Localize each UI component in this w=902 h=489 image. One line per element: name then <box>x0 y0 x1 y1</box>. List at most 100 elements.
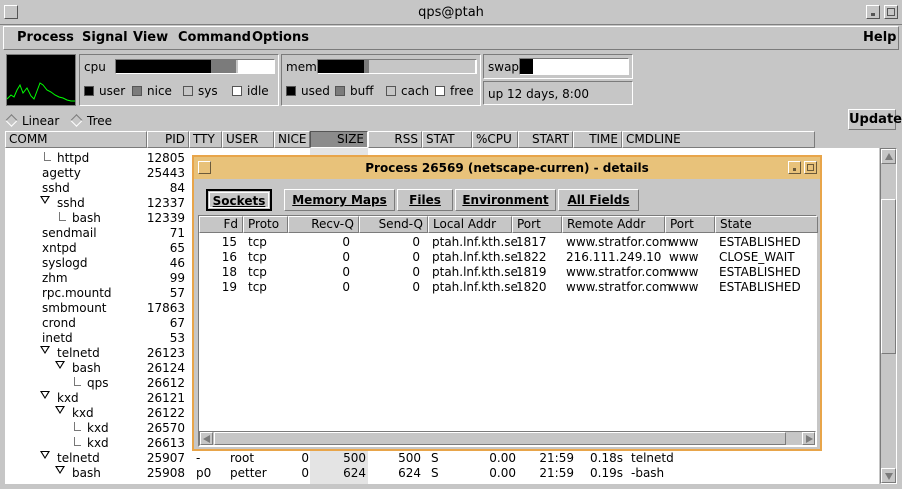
sock-col-local-addr[interactable]: Local Addr <box>428 216 512 233</box>
scroll-down-button[interactable] <box>881 468 896 483</box>
tab-all-fields[interactable]: All Fields <box>558 189 639 211</box>
process-pid: 26121 <box>146 391 185 405</box>
sock-col-recvq[interactable]: Recv-Q <box>288 216 359 233</box>
menu-options[interactable]: Options <box>252 30 309 45</box>
socket-proto: tcp <box>248 280 267 294</box>
process-pid: 65 <box>169 241 185 255</box>
collapse-icon[interactable] <box>55 466 65 474</box>
sock-col-remote-port[interactable]: Port <box>665 216 715 233</box>
col-tty[interactable]: TTY <box>189 131 222 148</box>
collapse-icon[interactable] <box>55 406 65 414</box>
col-nice[interactable]: NICE <box>274 131 310 148</box>
swap-meter: swap <box>483 54 633 79</box>
menu-command[interactable]: Command <box>178 30 251 45</box>
process-row[interactable]: bash 25908 p0 petter 0 624 624 S 0.00 21:59 0.19s -… <box>5 466 879 481</box>
collapse-icon[interactable] <box>40 391 50 399</box>
process-details-dialog: Process 26569 (netscape-curren) - detail… <box>192 155 822 451</box>
socket-sendq: 0 <box>412 250 420 264</box>
process-cmdline: -bash <box>631 466 665 480</box>
collapse-icon[interactable] <box>40 196 50 204</box>
menu-help[interactable]: Help <box>863 30 896 45</box>
sock-col-remote-addr[interactable]: Remote Addr <box>562 216 665 233</box>
col-start[interactable]: START <box>518 131 573 148</box>
process-pid: 53 <box>169 331 185 345</box>
process-comm: sendmail <box>42 226 97 240</box>
sock-col-state[interactable]: State <box>715 216 818 233</box>
collapse-icon[interactable] <box>40 451 50 459</box>
socket-local-addr: ptah.lnf.kth.se <box>432 280 518 294</box>
process-comm: sshd <box>57 196 85 210</box>
hscroll-right-button[interactable] <box>802 432 815 445</box>
process-list-scrollbar[interactable] <box>880 148 897 484</box>
socket-remote-addr: www.stratfor.com <box>566 235 671 249</box>
menu-process[interactable]: Process <box>17 30 74 45</box>
socket-fd: 19 <box>221 280 237 294</box>
process-time: 0.18s <box>590 451 623 465</box>
linear-radio[interactable]: Linear <box>5 114 59 128</box>
process-tty: p0 <box>196 466 212 480</box>
col-cpu[interactable]: %CPU <box>472 131 518 148</box>
tree-branch <box>44 152 51 161</box>
process-comm: rpc.mountd <box>42 286 112 300</box>
socket-local-port: 1820 <box>516 280 547 294</box>
process-row[interactable]: telnetd 25907- root 0 500 500 S 0.00 21:59 0.18s t… <box>5 451 879 466</box>
socket-local-port: 1817 <box>516 235 547 249</box>
col-comm[interactable]: COMM <box>5 131 147 148</box>
tree-radio[interactable]: Tree <box>70 114 112 128</box>
process-pid: 67 <box>169 316 185 330</box>
window-titlebar[interactable]: qps@ptah <box>0 0 902 25</box>
dialog-titlebar[interactable]: Process 26569 (netscape-curren) - detail… <box>194 157 820 179</box>
sockets-hscrollbar[interactable] <box>199 431 816 446</box>
hscroll-thumb[interactable] <box>214 432 786 445</box>
process-start: 21:59 <box>539 466 574 480</box>
process-pid: 71 <box>169 226 185 240</box>
process-nice: 0 <box>301 451 309 465</box>
col-user[interactable]: USER <box>222 131 274 148</box>
col-size[interactable]: SIZE <box>310 131 368 148</box>
col-time[interactable]: TIME <box>573 131 622 148</box>
cpu-user-seg <box>116 60 211 73</box>
collapse-icon[interactable] <box>55 361 65 369</box>
dialog-maximize-button[interactable] <box>804 161 817 174</box>
sock-col-sendq[interactable]: Send-Q <box>359 216 428 233</box>
process-pid: 26612 <box>146 376 185 390</box>
process-user: root <box>230 451 255 465</box>
legend-used: used <box>286 84 330 98</box>
process-pid: 12339 <box>146 211 185 225</box>
dialog-title: Process 26569 (netscape-curren) - detail… <box>365 161 649 175</box>
tab-files[interactable]: Files <box>397 189 453 211</box>
process-comm: crond <box>42 316 76 330</box>
col-pid[interactable]: PID <box>147 131 189 148</box>
sock-col-proto[interactable]: Proto <box>243 216 288 233</box>
hscroll-left-button[interactable] <box>200 432 213 445</box>
menu-view[interactable]: View <box>133 30 168 45</box>
tab-sockets[interactable]: Sockets <box>206 189 272 211</box>
process-pid: 12805 <box>146 151 185 165</box>
maximize-button[interactable] <box>884 5 898 19</box>
col-cmdline[interactable]: CMDLINE <box>622 131 815 148</box>
process-rss: 624 <box>398 466 421 480</box>
col-rss[interactable]: RSS <box>368 131 422 148</box>
sock-col-local-port[interactable]: Port <box>512 216 562 233</box>
sock-col-fd[interactable]: Fd <box>199 216 243 233</box>
socket-local-port: 1819 <box>516 265 547 279</box>
menu-signal[interactable]: Signal <box>82 30 128 45</box>
socket-remote-port: www <box>669 280 699 294</box>
col-stat[interactable]: STAT <box>422 131 472 148</box>
minimize-button[interactable] <box>866 5 880 19</box>
cpu-nice-seg <box>211 60 236 73</box>
tab-memory-maps[interactable]: Memory Maps <box>284 189 395 211</box>
tab-environment[interactable]: Environment <box>455 189 556 211</box>
tree-branch <box>74 437 81 446</box>
socket-recvq: 0 <box>342 280 350 294</box>
scroll-up-button[interactable] <box>881 149 896 164</box>
window-menu-button[interactable] <box>4 5 18 19</box>
mem-cach-seg <box>369 60 475 73</box>
sockets-table[interactable]: Fd Proto Recv-Q Send-Q Local Addr Port R… <box>198 215 818 447</box>
process-comm: agetty <box>42 166 81 180</box>
menu-bar: Process Signal View Command Options Help <box>3 26 899 50</box>
scroll-thumb[interactable] <box>881 199 896 354</box>
collapse-icon[interactable] <box>40 346 50 354</box>
update-button[interactable]: Update <box>848 109 902 130</box>
dialog-minimize-button[interactable] <box>788 161 801 174</box>
